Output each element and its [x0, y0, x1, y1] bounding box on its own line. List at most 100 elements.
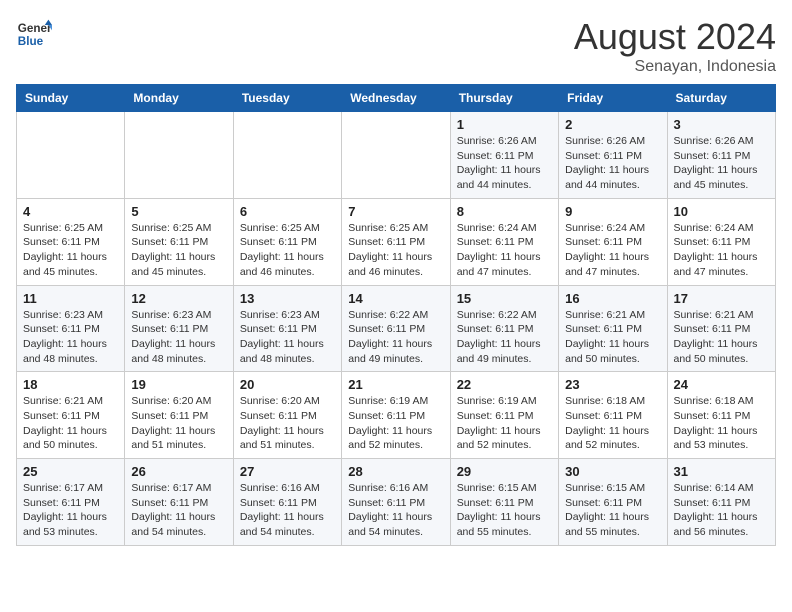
day-number: 9 [565, 204, 660, 219]
calendar-cell: 8 Sunrise: 6:24 AM Sunset: 6:11 PM Daylig… [450, 198, 558, 285]
calendar-cell: 26 Sunrise: 6:17 AM Sunset: 6:11 PM Dayli… [125, 459, 233, 546]
day-number: 22 [457, 377, 552, 392]
day-number: 13 [240, 291, 335, 306]
day-info: Sunrise: 6:17 AM Sunset: 6:11 PM Dayligh… [131, 481, 226, 540]
day-number: 26 [131, 464, 226, 479]
calendar-cell: 6Sunrise: 6:25 AM Sunset: 6:11 PM Daylig… [233, 198, 341, 285]
calendar-cell: 7 Sunrise: 6:25 AM Sunset: 6:11 PM Daylig… [342, 198, 450, 285]
day-number: 21 [348, 377, 443, 392]
day-number: 19 [131, 377, 226, 392]
day-number: 14 [348, 291, 443, 306]
logo-icon: General Blue [16, 16, 52, 52]
calendar-cell: 3Sunrise: 6:26 AM Sunset: 6:11 PM Daylig… [667, 112, 775, 199]
day-info: Sunrise: 6:24 AM Sunset: 6:11 PM Dayligh… [674, 221, 769, 280]
location: Senayan, Indonesia [574, 58, 776, 76]
day-info: Sunrise: 6:26 AM Sunset: 6:11 PM Dayligh… [565, 134, 660, 193]
calendar-cell: 19 Sunrise: 6:20 AM Sunset: 6:11 PM Dayli… [125, 372, 233, 459]
day-number: 23 [565, 377, 660, 392]
weekday-header: Sunday [17, 85, 125, 112]
day-info: Sunrise: 6:15 AM Sunset: 6:11 PM Dayligh… [565, 481, 660, 540]
calendar-cell: 4 Sunrise: 6:25 AM Sunset: 6:11 PM Daylig… [17, 198, 125, 285]
day-info: Sunrise: 6:16 AM Sunset: 6:11 PM Dayligh… [240, 481, 335, 540]
day-info: Sunrise: 6:16 AM Sunset: 6:11 PM Dayligh… [348, 481, 443, 540]
day-number: 20 [240, 377, 335, 392]
logo: General Blue [16, 16, 56, 52]
day-number: 7 [348, 204, 443, 219]
day-info: Sunrise: 6:21 AM Sunset: 6:11 PM Dayligh… [23, 394, 118, 453]
calendar-cell: 9 Sunrise: 6:24 AM Sunset: 6:11 PM Daylig… [559, 198, 667, 285]
calendar-cell: 25 Sunrise: 6:17 AM Sunset: 6:11 PM Dayli… [17, 459, 125, 546]
calendar-cell: 12 Sunrise: 6:23 AM Sunset: 6:11 PM Dayli… [125, 285, 233, 372]
calendar-table: SundayMondayTuesdayWednesdayThursdayFrid… [16, 84, 776, 546]
weekday-header: Thursday [450, 85, 558, 112]
calendar-cell: 20 Sunrise: 6:20 AM Sunset: 6:11 PM Dayli… [233, 372, 341, 459]
day-number: 5 [131, 204, 226, 219]
day-info: Sunrise: 6:19 AM Sunset: 6:11 PM Dayligh… [457, 394, 552, 453]
weekday-header: Monday [125, 85, 233, 112]
day-info: Sunrise: 6:15 AM Sunset: 6:11 PM Dayligh… [457, 481, 552, 540]
day-number: 16 [565, 291, 660, 306]
day-info: Sunrise: 6:17 AM Sunset: 6:11 PM Dayligh… [23, 481, 118, 540]
calendar-cell [125, 112, 233, 199]
day-info: Sunrise: 6:25 AM Sunset: 6:11 PM Dayligh… [131, 221, 226, 280]
day-number: 4 [23, 204, 118, 219]
day-number: 18 [23, 377, 118, 392]
calendar-cell: 1Sunrise: 6:26 AM Sunset: 6:11 PM Daylig… [450, 112, 558, 199]
calendar-cell: 17Sunrise: 6:21 AM Sunset: 6:11 PM Dayli… [667, 285, 775, 372]
day-info: Sunrise: 6:22 AM Sunset: 6:11 PM Dayligh… [457, 308, 552, 367]
calendar-cell: 16Sunrise: 6:21 AM Sunset: 6:11 PM Dayli… [559, 285, 667, 372]
calendar-cell: 18 Sunrise: 6:21 AM Sunset: 6:11 PM Dayli… [17, 372, 125, 459]
day-info: Sunrise: 6:23 AM Sunset: 6:11 PM Dayligh… [240, 308, 335, 367]
day-info: Sunrise: 6:14 AM Sunset: 6:11 PM Dayligh… [674, 481, 769, 540]
calendar-cell: 22 Sunrise: 6:19 AM Sunset: 6:11 PM Dayli… [450, 372, 558, 459]
day-info: Sunrise: 6:25 AM Sunset: 6:11 PM Dayligh… [348, 221, 443, 280]
calendar-cell: 13 Sunrise: 6:23 AM Sunset: 6:11 PM Dayli… [233, 285, 341, 372]
calendar-cell: 31Sunrise: 6:14 AM Sunset: 6:11 PM Dayli… [667, 459, 775, 546]
calendar-cell: 15 Sunrise: 6:22 AM Sunset: 6:11 PM Dayli… [450, 285, 558, 372]
day-number: 28 [348, 464, 443, 479]
weekday-header: Tuesday [233, 85, 341, 112]
day-info: Sunrise: 6:22 AM Sunset: 6:11 PM Dayligh… [348, 308, 443, 367]
day-number: 10 [674, 204, 769, 219]
calendar-cell: 27 Sunrise: 6:16 AM Sunset: 6:11 PM Dayli… [233, 459, 341, 546]
day-number: 8 [457, 204, 552, 219]
day-info: Sunrise: 6:25 AM Sunset: 6:11 PM Dayligh… [23, 221, 118, 280]
month-year: August 2024 [574, 16, 776, 58]
calendar-cell: 21Sunrise: 6:19 AM Sunset: 6:11 PM Dayli… [342, 372, 450, 459]
day-number: 15 [457, 291, 552, 306]
calendar-header: SundayMondayTuesdayWednesdayThursdayFrid… [17, 85, 776, 112]
calendar-cell [17, 112, 125, 199]
page-header: General Blue August 2024 Senayan, Indone… [16, 16, 776, 76]
title-block: August 2024 Senayan, Indonesia [574, 16, 776, 76]
day-info: Sunrise: 6:20 AM Sunset: 6:11 PM Dayligh… [240, 394, 335, 453]
calendar-cell: 28 Sunrise: 6:16 AM Sunset: 6:11 PM Dayli… [342, 459, 450, 546]
day-number: 29 [457, 464, 552, 479]
day-number: 25 [23, 464, 118, 479]
calendar-cell: 14 Sunrise: 6:22 AM Sunset: 6:11 PM Dayli… [342, 285, 450, 372]
day-info: Sunrise: 6:20 AM Sunset: 6:11 PM Dayligh… [131, 394, 226, 453]
day-number: 17 [674, 291, 769, 306]
day-info: Sunrise: 6:26 AM Sunset: 6:11 PM Dayligh… [457, 134, 552, 193]
day-number: 27 [240, 464, 335, 479]
weekday-header: Saturday [667, 85, 775, 112]
day-number: 24 [674, 377, 769, 392]
calendar-cell: 29 Sunrise: 6:15 AM Sunset: 6:11 PM Dayli… [450, 459, 558, 546]
day-info: Sunrise: 6:18 AM Sunset: 6:11 PM Dayligh… [674, 394, 769, 453]
weekday-header: Wednesday [342, 85, 450, 112]
day-info: Sunrise: 6:23 AM Sunset: 6:11 PM Dayligh… [23, 308, 118, 367]
calendar-cell: 30Sunrise: 6:15 AM Sunset: 6:11 PM Dayli… [559, 459, 667, 546]
day-info: Sunrise: 6:25 AM Sunset: 6:11 PM Dayligh… [240, 221, 335, 280]
day-number: 3 [674, 117, 769, 132]
day-info: Sunrise: 6:18 AM Sunset: 6:11 PM Dayligh… [565, 394, 660, 453]
calendar-cell: 24 Sunrise: 6:18 AM Sunset: 6:11 PM Dayli… [667, 372, 775, 459]
day-number: 12 [131, 291, 226, 306]
calendar-cell: 2Sunrise: 6:26 AM Sunset: 6:11 PM Daylig… [559, 112, 667, 199]
day-info: Sunrise: 6:24 AM Sunset: 6:11 PM Dayligh… [457, 221, 552, 280]
day-info: Sunrise: 6:24 AM Sunset: 6:11 PM Dayligh… [565, 221, 660, 280]
calendar-cell: 11Sunrise: 6:23 AM Sunset: 6:11 PM Dayli… [17, 285, 125, 372]
calendar-cell: 23 Sunrise: 6:18 AM Sunset: 6:11 PM Dayli… [559, 372, 667, 459]
calendar-cell [233, 112, 341, 199]
day-info: Sunrise: 6:23 AM Sunset: 6:11 PM Dayligh… [131, 308, 226, 367]
weekday-header: Friday [559, 85, 667, 112]
calendar-cell: 5 Sunrise: 6:25 AM Sunset: 6:11 PM Daylig… [125, 198, 233, 285]
